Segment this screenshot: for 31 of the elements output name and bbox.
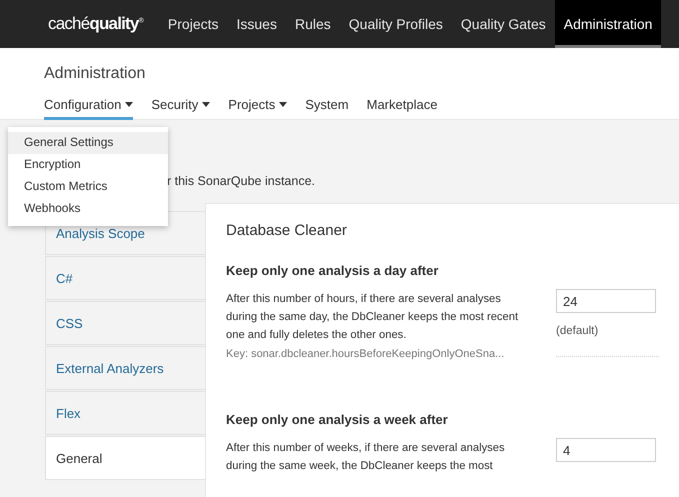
setting-description: After this number of weeks, if there are several analyses during the same week, the DbCleaner keeps the most [226, 441, 506, 474]
tab[interactable]: System [305, 97, 349, 120]
nav-link[interactable]: Rules [286, 0, 340, 48]
nav-link[interactable]: Quality Profiles [340, 0, 452, 48]
tab[interactable]: Configuration [44, 97, 134, 120]
tab[interactable]: Projects [228, 97, 288, 120]
number-field[interactable]: 4 [556, 438, 656, 462]
nav-link[interactable]: Administration [554, 0, 662, 48]
logo[interactable]: cachéquality$^{®}$ [48, 14, 143, 34]
menu-item[interactable]: Custom Metrics [8, 176, 168, 198]
page-title: Administration [44, 64, 146, 84]
setting-key: Key: sonar.dbcleaner.hoursBeforeKeepingOnlyOneSna... [226, 348, 521, 360]
default-note: (default) [556, 325, 600, 337]
number-field[interactable]: 24 [556, 289, 656, 313]
category-item[interactable]: General [45, 436, 205, 480]
section-title: Database Cleaner [226, 222, 348, 239]
category-item[interactable]: C# [45, 256, 205, 300]
category-item[interactable]: CSS [45, 301, 205, 345]
setting-title: Keep only one analysis a day after [226, 263, 440, 278]
category-item[interactable]: External Analyzers [45, 346, 205, 390]
setting-title: Keep only one analysis a week after [226, 412, 449, 427]
nav-link[interactable]: Quality Gates [452, 0, 555, 48]
page-description: r this SonarQube instance. [167, 174, 316, 190]
tab[interactable]: Security [151, 97, 210, 120]
menu-item[interactable]: Encryption [8, 154, 168, 176]
nav-link[interactable]: Issues [228, 0, 286, 48]
menu-item[interactable]: General Settings [8, 132, 168, 154]
category-item[interactable]: Flex [45, 391, 205, 435]
tab[interactable]: Marketplace [366, 97, 438, 120]
nav-link[interactable]: Projects [158, 0, 228, 48]
setting-description: After this number of hours, if there are several analyses during the same day, the DbCleaner keeps the most recent one and fully deletes the other ones. [226, 292, 520, 343]
